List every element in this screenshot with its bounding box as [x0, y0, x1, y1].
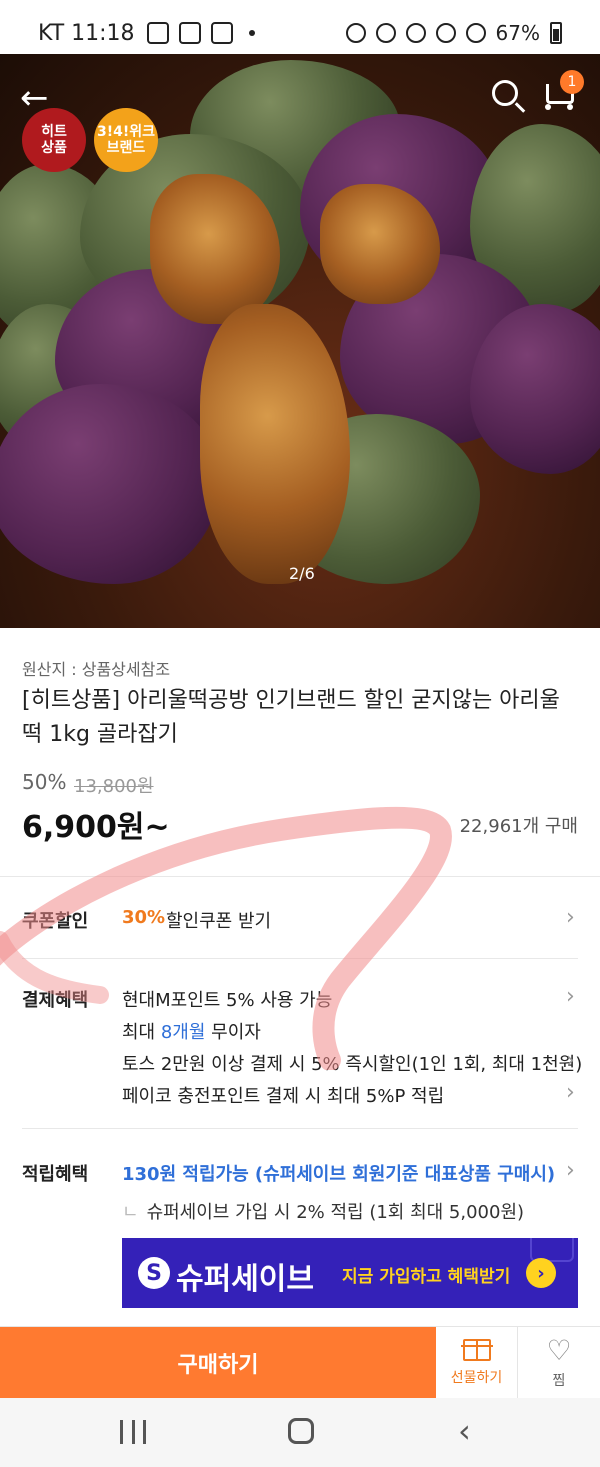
chat-icon	[210, 22, 233, 44]
signal-icon	[465, 23, 486, 43]
wishlist-button[interactable]: ♡ 찜	[518, 1327, 600, 1399]
payment-line-hyundai: 현대M포인트 5% 사용 가능	[122, 990, 333, 1011]
supersave-logo-icon: S	[138, 1257, 170, 1289]
system-icons: 67%	[345, 21, 562, 45]
reward-sub-text: 슈퍼세이브 가입 시 2% 적립 (1회 최대 5,000원)	[146, 1202, 525, 1223]
payment-line-toss: 토스 2만원 이상 결제 시 5% 즉시할인(1인 1회, 최대 1천원)	[122, 1054, 583, 1075]
payment-line-payco: 페이코 충전포인트 결제 시 최대 5%P 적립	[122, 1086, 445, 1107]
mute-icon	[405, 23, 426, 43]
notification-icons	[146, 22, 255, 44]
carrier-time: KT 11:18	[38, 20, 135, 46]
gift-icon	[460, 1339, 493, 1361]
wifi-icon	[435, 23, 456, 43]
banner-cta: 지금 가입하고 혜택받기	[342, 1267, 511, 1287]
coupon-label: 쿠폰할인	[22, 911, 89, 932]
divider	[22, 1128, 578, 1129]
arrow-right-icon: ›	[526, 1258, 556, 1288]
gallery-icon	[178, 22, 201, 44]
home-icon[interactable]	[288, 1418, 314, 1444]
coupon-percent: 30%	[122, 907, 166, 928]
cart-count-badge: 1	[560, 70, 584, 94]
banner-brand: 슈퍼세이브	[176, 1262, 314, 1297]
coupon-text: 할인쿠폰 받기	[166, 911, 272, 932]
installment-prefix: 최대	[122, 1022, 161, 1043]
rice-cake	[0, 384, 220, 584]
reward-sub-line: ㄴ 슈퍼세이브 가입 시 2% 적립 (1회 최대 5,000원)	[122, 1198, 524, 1224]
reward-line[interactable]: 130원 적립가능 (슈퍼세이브 회원기준 대표상품 구매시)	[122, 1160, 555, 1186]
gift-button[interactable]: 선물하기	[436, 1327, 518, 1399]
chevron-right-icon[interactable]: ›	[566, 905, 575, 930]
battery-icon	[550, 22, 562, 44]
battery-percent: 67%	[495, 21, 540, 45]
origin-text: 원산지 : 상품상세참조	[22, 660, 171, 679]
supersave-banner[interactable]: S 슈퍼세이브 지금 가입하고 혜택받기 ›	[122, 1238, 578, 1308]
image-pager: 2/6	[289, 564, 315, 583]
installment-suffix: 무이자	[205, 1022, 261, 1043]
message-icon	[146, 22, 169, 44]
payment-benefit-label: 결제혜택	[22, 990, 89, 1011]
divider	[22, 958, 578, 959]
payment-line-installment: 최대 8개월 무이자	[122, 1018, 261, 1044]
installment-months: 8개월	[160, 1022, 206, 1043]
chevron-right-icon[interactable]: ›	[566, 984, 575, 1009]
hit-product-badge: 히트 상품	[22, 108, 86, 172]
chevron-right-icon[interactable]: ›	[566, 1048, 575, 1073]
chevron-right-icon[interactable]: ›	[566, 1158, 575, 1183]
system-navigation-bar: ‹	[0, 1398, 600, 1467]
alarm-icon	[375, 23, 396, 43]
sale-price: 6,900원~	[22, 810, 170, 845]
original-price: 13,800원	[74, 776, 154, 797]
recent-apps-icon[interactable]	[120, 1420, 146, 1444]
sub-item-hook: ㄴ	[122, 1202, 139, 1223]
bottom-action-bar: 구매하기 선물하기 ♡ 찜	[0, 1326, 600, 1399]
buy-button[interactable]: 구매하기	[0, 1327, 436, 1399]
discount-rate: 50%	[22, 770, 67, 794]
product-title: [히트상품] 아리울떡공방 인기브랜드 할인 굳지않는 아리울떡 1kg 골라잡…	[22, 688, 560, 747]
purchase-count: 22,961개 구매	[459, 816, 578, 837]
reward-benefit-label: 적립혜택	[22, 1164, 89, 1185]
filling	[200, 304, 350, 584]
heart-icon: ♡	[546, 1334, 572, 1367]
more-notifications-icon	[248, 30, 255, 36]
gift-label: 선물하기	[450, 1370, 503, 1386]
chevron-right-icon[interactable]: ›	[566, 1080, 575, 1105]
vpn-icon	[345, 23, 366, 43]
wishlist-label: 찜	[552, 1373, 566, 1389]
search-icon[interactable]	[492, 80, 518, 106]
back-icon[interactable]: ‹	[458, 1412, 471, 1450]
week-brand-badge: 3!4!위크 브랜드	[94, 108, 158, 172]
product-image[interactable]	[0, 54, 600, 628]
divider	[0, 876, 600, 877]
